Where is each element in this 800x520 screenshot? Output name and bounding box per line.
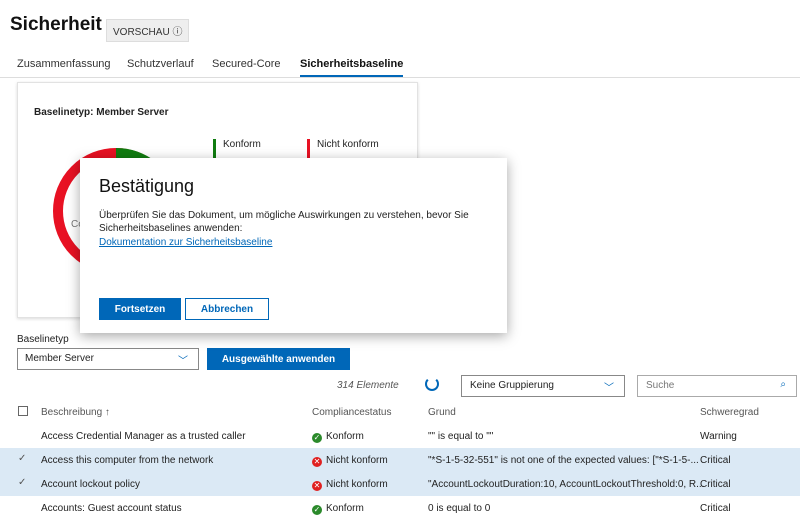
dialog-title: Bestätigung — [99, 176, 195, 196]
cancel-button[interactable]: Abbrechen — [185, 298, 269, 320]
documentation-link[interactable]: Dokumentation zur Sicherheitsbaseline — [99, 237, 272, 248]
continue-button[interactable]: Fortsetzen — [99, 298, 181, 320]
dialog-body: Überprüfen Sie das Dokument, um mögliche… — [99, 210, 469, 234]
confirmation-dialog: Bestätigung Überprüfen Sie das Dokument,… — [80, 158, 507, 333]
